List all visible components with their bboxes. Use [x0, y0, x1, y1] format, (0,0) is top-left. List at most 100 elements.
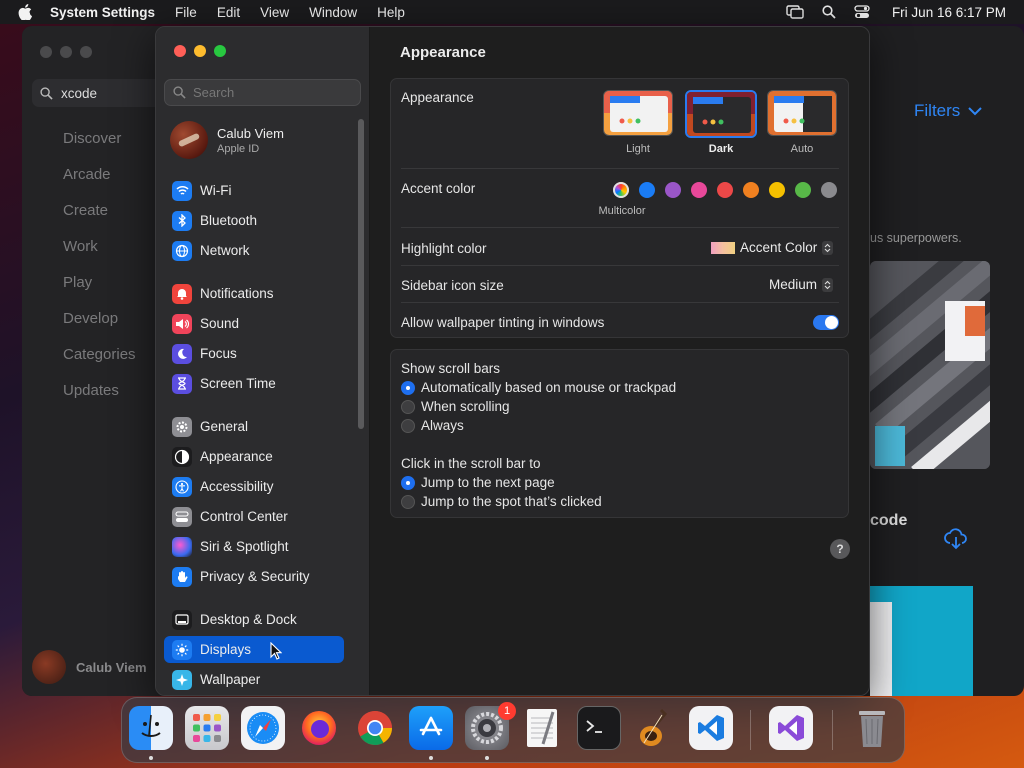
sidebar-item-label: Network [200, 243, 250, 258]
spotlight-search-icon[interactable] [822, 5, 836, 19]
finder-icon[interactable] [129, 706, 173, 750]
sidebar-item-displays[interactable]: Displays [164, 636, 344, 663]
sidebar-item-network[interactable]: Network [164, 237, 346, 264]
running-indicator [485, 756, 489, 760]
menu-file[interactable]: File [175, 5, 197, 20]
inactive-window-controls[interactable] [40, 46, 92, 58]
garageband-icon[interactable] [633, 706, 677, 750]
zoom-button[interactable] [214, 45, 226, 57]
sidebar-item-wifi[interactable]: Wi-Fi [164, 177, 346, 204]
wallpaper-icon [172, 669, 192, 690]
app-store-search-value: xcode [61, 85, 98, 101]
minimize-button[interactable] [194, 45, 206, 57]
sidebar-icon-size-popup[interactable]: Medium [769, 277, 834, 292]
download-cloud-icon[interactable] [944, 528, 968, 550]
safari-icon[interactable] [241, 706, 285, 750]
menu-window[interactable]: Window [309, 5, 357, 20]
chrome-icon[interactable] [353, 706, 397, 750]
terminal-icon[interactable] [577, 706, 621, 750]
updown-chevron-icon [822, 240, 834, 255]
sidebar-item-label: Focus [200, 346, 237, 361]
apple-id-profile[interactable]: Calub Viem Apple ID [170, 121, 284, 159]
click-scroll-next-page-radio[interactable]: Jump to the next page [401, 475, 555, 490]
sidebar-item-bluetooth[interactable]: Bluetooth [164, 207, 346, 234]
app-store-user-name: Calub Viem [76, 659, 147, 675]
close-button[interactable] [174, 45, 186, 57]
accent-swatch-orange[interactable] [743, 182, 759, 198]
vscode-icon[interactable] [689, 706, 733, 750]
search-icon [40, 86, 53, 100]
scroll-bars-always-radio[interactable]: Always [401, 418, 464, 433]
accent-swatch-red[interactable] [717, 182, 733, 198]
menu-clock[interactable]: Fri Jun 16 6:17 PM [892, 5, 1006, 20]
sidebar-item-screen-time[interactable]: Screen Time [164, 370, 346, 397]
app-store-feature-artwork[interactable] [870, 261, 990, 469]
accent-swatch-green[interactable] [795, 182, 811, 198]
sidebar-item-focus[interactable]: Focus [164, 340, 346, 367]
trash-icon[interactable] [850, 706, 894, 750]
highlight-color-popup[interactable]: Accent Color [711, 240, 834, 255]
apple-menu-icon[interactable] [18, 4, 32, 20]
sidebar-item-general[interactable]: General [164, 413, 346, 440]
sidebar-scrollbar[interactable] [358, 119, 364, 429]
sidebar-item-label: Sound [200, 316, 240, 331]
screen-mirroring-icon[interactable] [786, 5, 804, 19]
accent-swatch-yellow[interactable] [769, 182, 785, 198]
sidebar-item-control-center[interactable]: Control Center [164, 503, 346, 530]
sidebar-item-desktop-dock[interactable]: Desktop & Dock [164, 606, 346, 633]
click-scroll-spot-radio[interactable]: Jump to the spot that’s clicked [401, 494, 602, 509]
app-store-nav-arcade[interactable]: Arcade [63, 166, 136, 202]
wallpaper-tinting-toggle[interactable] [813, 315, 839, 330]
menu-view[interactable]: View [260, 5, 289, 20]
accent-swatch-graphite[interactable] [821, 182, 837, 198]
app-store-icon[interactable] [409, 706, 453, 750]
app-store-nav-categories[interactable]: Categories [63, 346, 136, 382]
firefox-icon[interactable] [297, 706, 341, 750]
accent-swatch-blue[interactable] [639, 182, 655, 198]
help-button[interactable]: ? [830, 539, 850, 559]
control-center-icon[interactable] [854, 5, 870, 19]
sidebar-item-label: Wi-Fi [200, 183, 232, 198]
app-store-nav-develop[interactable]: Develop [63, 310, 136, 346]
sidebar-item-notifications[interactable]: Notifications [164, 280, 346, 307]
wallpaper-tinting-label: Allow wallpaper tinting in windows [401, 315, 605, 330]
appearance-option-auto[interactable] [767, 90, 837, 136]
sidebar-item-label: Desktop & Dock [200, 612, 297, 627]
sidebar-item-wallpaper[interactable]: Wallpaper [164, 666, 346, 693]
launchpad-icon[interactable] [185, 706, 229, 750]
sidebar-item-sound[interactable]: Sound [164, 310, 346, 337]
app-store-nav-work[interactable]: Work [63, 238, 136, 274]
appearance-dark-label: Dark [708, 143, 734, 155]
app-store-account[interactable]: Calub Viem [32, 650, 147, 684]
textedit-icon[interactable] [521, 706, 565, 750]
scroll-bars-auto-radio[interactable]: Automatically based on mouse or trackpad [401, 380, 676, 395]
radio-label: Jump to the next page [421, 475, 555, 490]
filters-button[interactable]: Filters [914, 101, 982, 121]
sidebar-item-label: Siri & Spotlight [200, 539, 289, 554]
app-store-nav-updates[interactable]: Updates [63, 382, 136, 418]
menu-edit[interactable]: Edit [217, 5, 240, 20]
appearance-option-light[interactable] [603, 90, 673, 136]
app-store-nav-discover[interactable]: Discover [63, 130, 136, 166]
sidebar-item-label: Privacy & Security [200, 569, 310, 584]
sidebar-item-label: General [200, 419, 249, 434]
sidebar-item-appearance[interactable]: Appearance [164, 443, 346, 470]
settings-search-field[interactable]: Search [164, 79, 361, 106]
sidebar-item-privacy-security[interactable]: Privacy & Security [164, 563, 346, 590]
menu-help[interactable]: Help [377, 5, 405, 20]
radio-unselected-icon [401, 418, 415, 433]
menu-app-name[interactable]: System Settings [50, 5, 155, 20]
visual-studio-icon[interactable] [769, 706, 813, 750]
click-scroll-bar-label: Click in the scroll bar to [401, 456, 541, 471]
app-store-screenshot-tile[interactable] [870, 586, 973, 696]
app-store-nav-create[interactable]: Create [63, 202, 136, 238]
sidebar-item-accessibility[interactable]: Accessibility [164, 473, 346, 500]
scroll-bars-when-scrolling-radio[interactable]: When scrolling [401, 399, 510, 414]
appearance-option-dark[interactable] [685, 90, 757, 138]
chevron-down-icon [968, 106, 982, 115]
sidebar-item-siri-spotlight[interactable]: Siri & Spotlight [164, 533, 346, 560]
accent-swatch-multicolor[interactable] [613, 182, 629, 198]
app-store-nav-play[interactable]: Play [63, 274, 136, 310]
accent-swatch-purple[interactable] [665, 182, 681, 198]
accent-swatch-pink[interactable] [691, 182, 707, 198]
